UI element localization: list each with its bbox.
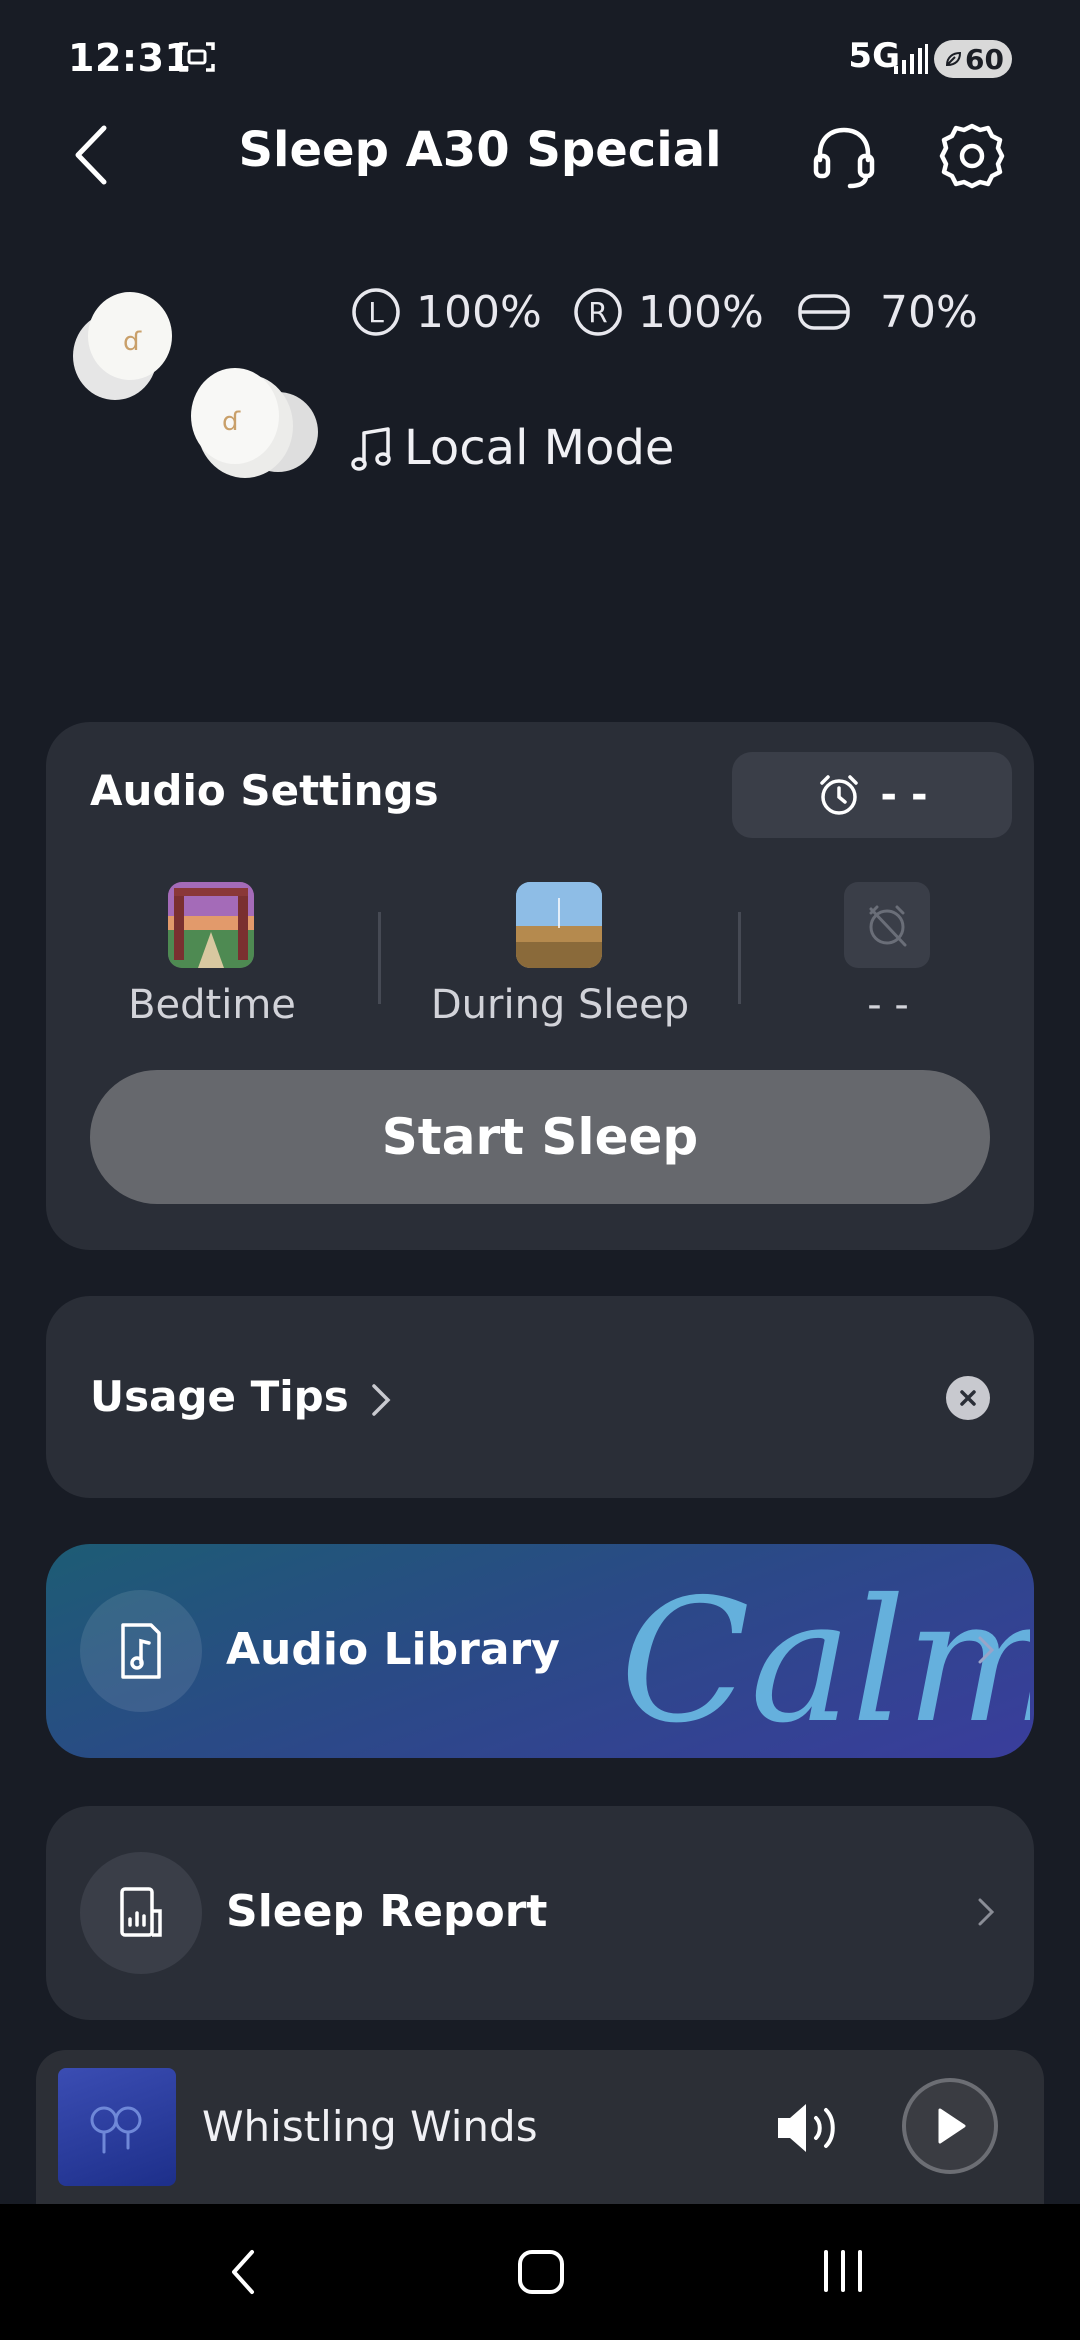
close-icon bbox=[960, 1390, 976, 1406]
status-time: 12:31 bbox=[68, 36, 192, 80]
nav-recents-icon bbox=[824, 2250, 862, 2292]
screenshot-icon bbox=[178, 40, 216, 74]
alarm-clock-icon bbox=[820, 775, 859, 815]
settings-button[interactable] bbox=[934, 118, 1010, 194]
sleep-report-label: Sleep Report bbox=[226, 1886, 548, 1937]
audio-library-label: Audio Library bbox=[226, 1624, 560, 1675]
support-button[interactable] bbox=[806, 118, 882, 194]
play-icon bbox=[938, 2108, 966, 2144]
calm-logo: Calm bbox=[620, 1560, 1030, 1750]
divider bbox=[378, 912, 381, 1004]
chevron-right-icon bbox=[974, 1892, 1000, 1932]
right-bud-icon: R bbox=[574, 288, 622, 336]
bedtime-thumbnail bbox=[168, 882, 254, 968]
gear-icon bbox=[939, 123, 1005, 189]
headset-support-icon bbox=[813, 127, 875, 189]
battery-icon bbox=[943, 49, 963, 69]
svg-text:ɗ: ɗ bbox=[222, 407, 241, 437]
earbuds-outline-icon bbox=[90, 2106, 142, 2154]
nav-home-button[interactable] bbox=[514, 2242, 568, 2302]
left-battery-value: 100% bbox=[416, 286, 542, 338]
back-arrow-icon bbox=[75, 125, 107, 185]
play-button[interactable] bbox=[902, 2078, 998, 2174]
nav-back-icon bbox=[232, 2250, 254, 2294]
right-bud-label: R bbox=[588, 296, 607, 329]
battery-indicator: 60 bbox=[934, 40, 1012, 78]
start-sleep-button[interactable]: Start Sleep bbox=[90, 1070, 990, 1204]
left-bud-icon: L bbox=[352, 288, 400, 336]
wake-sound-label: - - bbox=[867, 982, 909, 1028]
left-bud-battery: L 100% bbox=[350, 280, 542, 344]
no-alarm-thumbnail bbox=[844, 882, 930, 968]
alarm-button[interactable]: - - bbox=[732, 752, 1012, 838]
svg-text:Calm: Calm bbox=[620, 1563, 1030, 1750]
signal-icon bbox=[892, 42, 930, 76]
audio-library-icon-wrap bbox=[80, 1590, 202, 1712]
track-title: Whistling Winds bbox=[202, 2102, 538, 2151]
music-note-icon bbox=[351, 427, 391, 471]
alarm-off-icon bbox=[869, 905, 907, 947]
music-file-icon bbox=[121, 1623, 161, 1679]
back-button[interactable] bbox=[60, 118, 130, 192]
mini-player[interactable] bbox=[36, 2050, 1044, 2204]
alarm-value: - - bbox=[880, 772, 928, 818]
volume-button[interactable] bbox=[772, 2096, 846, 2160]
sleep-report-icon-wrap bbox=[80, 1852, 202, 1974]
volume-icon bbox=[778, 2104, 835, 2152]
track-artwork bbox=[58, 2068, 176, 2186]
mode-label: Local Mode bbox=[404, 420, 675, 476]
during-sleep-sound-button[interactable] bbox=[516, 882, 602, 968]
earbuds-image: ɗ ɗ bbox=[40, 268, 320, 478]
case-battery: 70% bbox=[796, 280, 978, 344]
bedtime-label: Bedtime bbox=[128, 982, 296, 1028]
chevron-right-icon bbox=[366, 1380, 396, 1420]
audio-settings-title: Audio Settings bbox=[90, 766, 439, 815]
during-sleep-thumbnail bbox=[516, 882, 602, 968]
case-battery-value: 70% bbox=[880, 286, 978, 338]
bedtime-sound-button[interactable] bbox=[168, 882, 254, 968]
right-bud-battery: R 100% bbox=[572, 280, 764, 344]
mode-indicator: Local Mode bbox=[350, 416, 674, 480]
wake-sound-button[interactable] bbox=[844, 882, 930, 968]
page-title: Sleep A30 Special bbox=[238, 122, 722, 178]
during-sleep-label: During Sleep bbox=[430, 982, 690, 1028]
divider bbox=[738, 912, 741, 1004]
usage-tips-label: Usage Tips bbox=[90, 1372, 349, 1421]
battery-level: 60 bbox=[965, 42, 1004, 76]
right-battery-value: 100% bbox=[638, 286, 764, 338]
close-tips-button[interactable] bbox=[946, 1376, 990, 1420]
svg-text:ɗ: ɗ bbox=[123, 327, 142, 357]
nav-back-button[interactable] bbox=[218, 2242, 268, 2302]
charging-case-icon bbox=[798, 294, 850, 330]
nav-recents-button[interactable] bbox=[818, 2244, 868, 2298]
chevron-right-icon bbox=[974, 1630, 1000, 1670]
nav-home-icon bbox=[518, 2250, 564, 2294]
report-chart-icon bbox=[120, 1887, 162, 1937]
left-bud-label: L bbox=[368, 296, 384, 329]
